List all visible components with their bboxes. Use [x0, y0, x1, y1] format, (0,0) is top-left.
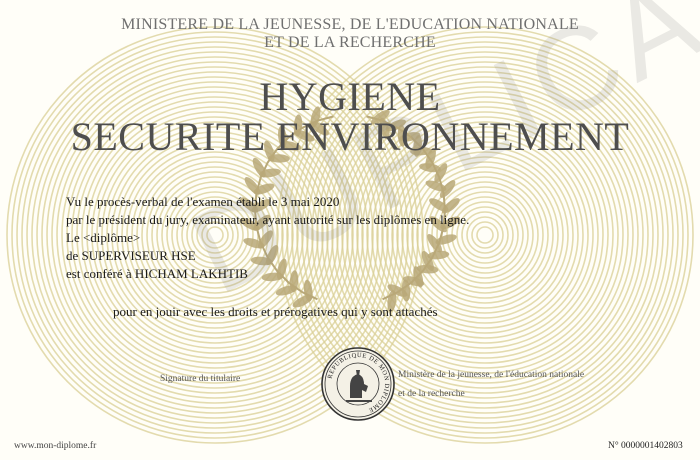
diploma-title-line-2: SECURITE ENVIRONNEMENT	[70, 114, 630, 159]
official-seal-icon: REPUBLIQUE DE MON DIPLOME	[321, 347, 395, 421]
body-line-1: Vu le procès-verbal de l'examen établi l…	[66, 194, 340, 209]
diploma-title-line-1: HYGIENE	[259, 74, 441, 119]
authority-line-2: et de la recherche	[398, 389, 465, 399]
body-line-4: de SUPERVISEUR HSE	[66, 248, 196, 263]
ministry-line-2: ET DE LA RECHERCHE	[264, 34, 436, 51]
diploma-certificate: DUPLICA MINISTERE DE LA JEUNESSE, DE L'E…	[0, 0, 700, 460]
body-line-6: pour en jouir avec les droits et préroga…	[113, 304, 438, 319]
body-line-3: Le <diplôme>	[66, 230, 141, 245]
signature-label: Signature du titulaire	[160, 374, 241, 384]
authority-line-1: Ministère de la jeunesse, de l'éducation…	[398, 370, 585, 380]
diploma-number: N° 0000001402803	[608, 441, 683, 451]
body-line-5: est conféré à HICHAM LAKHTIB	[66, 266, 248, 281]
body-line-2: par le président du jury, examinateur, a…	[66, 212, 470, 227]
ministry-line-1: MINISTERE DE LA JEUNESSE, DE L'EDUCATION…	[121, 16, 579, 33]
website-link[interactable]: www.mon-diplome.fr	[14, 440, 96, 452]
